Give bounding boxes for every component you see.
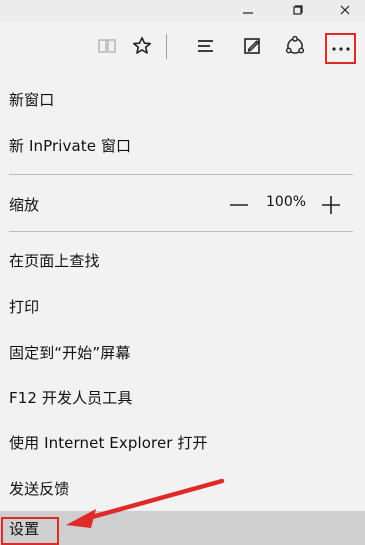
menu-item-find-on-page[interactable]: 在页面上查找 <box>0 237 365 283</box>
restore-icon <box>293 5 303 15</box>
hub-icon <box>198 40 213 52</box>
web-note-icon <box>244 38 260 54</box>
zoom-value: 100% <box>266 194 307 210</box>
menu-item-print[interactable]: 打印 <box>0 283 365 329</box>
menu-item-label: 设置 <box>9 520 40 538</box>
web-note-button[interactable] <box>239 33 265 59</box>
favorite-icon <box>133 37 151 54</box>
menu-item-label: 打印 <box>9 297 40 316</box>
restore-button[interactable] <box>286 1 310 19</box>
hub-button[interactable] <box>193 33 219 59</box>
edge-browser-window: 新窗口 新 InPrivate 窗口 缩放 100% 在页面上查找 打印 固定到… <box>0 0 365 545</box>
menu-item-label: 新窗口 <box>9 90 55 109</box>
menu-item-new-window[interactable]: 新窗口 <box>0 76 365 122</box>
more-actions-button[interactable] <box>325 33 356 64</box>
menu-item-label: 在页面上查找 <box>9 251 100 270</box>
more-icon <box>331 46 350 51</box>
menu-item-label: 发送反馈 <box>9 479 70 498</box>
minimize-icon <box>243 12 253 14</box>
more-actions-menu: 新窗口 新 InPrivate 窗口 缩放 100% 在页面上查找 打印 固定到… <box>0 74 365 545</box>
menu-item-send-feedback[interactable]: 发送反馈 <box>0 465 365 511</box>
menu-item-label: F12 开发人员工具 <box>9 388 133 407</box>
close-window-button[interactable] <box>333 1 357 19</box>
zoom-label: 缩放 <box>9 196 40 214</box>
share-icon <box>285 35 305 54</box>
menu-item-open-with-internet-explorer[interactable]: 使用 Internet Explorer 打开 <box>0 419 365 465</box>
reading-view-icon <box>98 39 116 53</box>
toolbar-divider <box>166 34 167 59</box>
zoom-out-button[interactable] <box>227 193 251 217</box>
menu-item-new-inprivate-window[interactable]: 新 InPrivate 窗口 <box>0 122 365 168</box>
title-bar <box>0 0 365 22</box>
plus-icon <box>322 196 340 214</box>
share-button[interactable] <box>282 33 308 59</box>
menu-item-label: 使用 Internet Explorer 打开 <box>9 433 208 452</box>
close-icon <box>340 5 350 15</box>
minus-icon <box>230 204 248 206</box>
minimize-button[interactable] <box>236 1 260 19</box>
reading-view-button[interactable] <box>94 33 120 59</box>
menu-item-pin-to-start[interactable]: 固定到“开始”屏幕 <box>0 329 365 375</box>
menu-item-f12-developer-tools[interactable]: F12 开发人员工具 <box>0 374 365 420</box>
zoom-in-button[interactable] <box>319 193 343 217</box>
favorite-button[interactable] <box>129 33 155 59</box>
menu-item-label: 新 InPrivate 窗口 <box>9 136 132 155</box>
zoom-row: 缩放 100% <box>0 184 365 224</box>
menu-item-settings[interactable]: 设置 <box>0 511 365 545</box>
browser-toolbar <box>0 22 365 74</box>
menu-divider <box>9 231 353 232</box>
menu-divider <box>9 174 353 175</box>
menu-item-label: 固定到“开始”屏幕 <box>9 343 131 362</box>
